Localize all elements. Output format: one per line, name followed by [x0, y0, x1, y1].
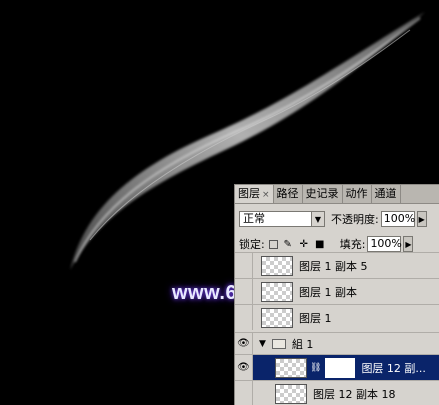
layer-name: 图层 12 副...: [361, 361, 426, 375]
layers-panel: 图层 × 路径 史记录 动作 通道 正常 ▼ 不透明度: 100% ▶ 锁定: ✎…: [234, 184, 439, 405]
opacity-input[interactable]: 100%: [380, 211, 415, 227]
eye-icon[interactable]: 👁: [235, 355, 253, 380]
fill-label: 填充:: [339, 238, 366, 251]
tab-channels[interactable]: 通道: [372, 185, 401, 203]
fill-slider-arrow-icon[interactable]: ▶: [403, 236, 414, 252]
tab-actions[interactable]: 动作: [343, 185, 372, 203]
layer-name: 图层 1 副本: [299, 285, 357, 299]
group-row[interactable]: 👁 ▼ 組 1: [235, 332, 439, 354]
layer-name: 图层 12 副本 18: [313, 387, 396, 401]
blend-mode-select[interactable]: 正常 ▼: [239, 211, 325, 227]
link-icon[interactable]: ⛓: [310, 363, 321, 373]
layer-row-selected[interactable]: 👁 ⛓ 图层 12 副...: [235, 354, 439, 380]
tab-history[interactable]: 史记录: [303, 185, 343, 203]
blend-row: 正常 ▼ 不透明度: 100% ▶: [239, 209, 427, 229]
layer-thumbnail: [275, 357, 307, 378]
tab-paths[interactable]: 路径: [274, 185, 303, 203]
opacity-slider-arrow-icon[interactable]: ▶: [416, 211, 427, 227]
lock-transparent-icon[interactable]: [268, 239, 278, 249]
layer-thumbnail: [261, 281, 293, 302]
group-name: 組 1: [291, 337, 314, 351]
visibility-toggle[interactable]: [235, 381, 253, 405]
chevron-down-icon: ▼: [311, 212, 324, 226]
lock-image-icon[interactable]: ✎: [282, 238, 294, 250]
lock-label: 锁定:: [239, 238, 265, 251]
tab-label: 图层: [238, 187, 260, 200]
panel-tabs: 图层 × 路径 史记录 动作 通道: [235, 185, 439, 204]
fill-input[interactable]: 100%: [367, 236, 402, 252]
visibility-toggle[interactable]: [235, 305, 253, 330]
visibility-toggle[interactable]: [235, 253, 253, 278]
eye-icon[interactable]: 👁: [235, 333, 253, 354]
layer-thumbnail: [261, 255, 293, 276]
layer-row[interactable]: 图层 1 副本 5: [235, 252, 439, 278]
layer-name: 图层 1 副本 5: [299, 259, 368, 273]
layer-mask-thumbnail[interactable]: [325, 357, 356, 378]
tab-layers[interactable]: 图层 ×: [235, 185, 274, 203]
lock-row: 锁定: ✎ ✛ ■ 填充: 100% ▶: [239, 234, 414, 254]
lock-all-icon[interactable]: ■: [314, 238, 326, 250]
layer-row[interactable]: 图层 1: [235, 304, 439, 330]
folder-icon: [271, 338, 286, 349]
opacity-label: 不透明度:: [331, 213, 379, 226]
layer-row[interactable]: 图层 1 副本: [235, 278, 439, 304]
layer-thumbnail: [275, 383, 307, 404]
close-icon[interactable]: ×: [262, 190, 270, 200]
blend-mode-value: 正常: [243, 212, 265, 225]
expand-triangle-icon[interactable]: ▼: [259, 339, 266, 349]
visibility-toggle[interactable]: [235, 279, 253, 304]
layer-row[interactable]: 图层 12 副本 18: [235, 380, 439, 405]
layer-thumbnail: [261, 307, 293, 328]
lock-position-icon[interactable]: ✛: [298, 238, 310, 250]
layer-name: 图层 1: [299, 311, 332, 325]
